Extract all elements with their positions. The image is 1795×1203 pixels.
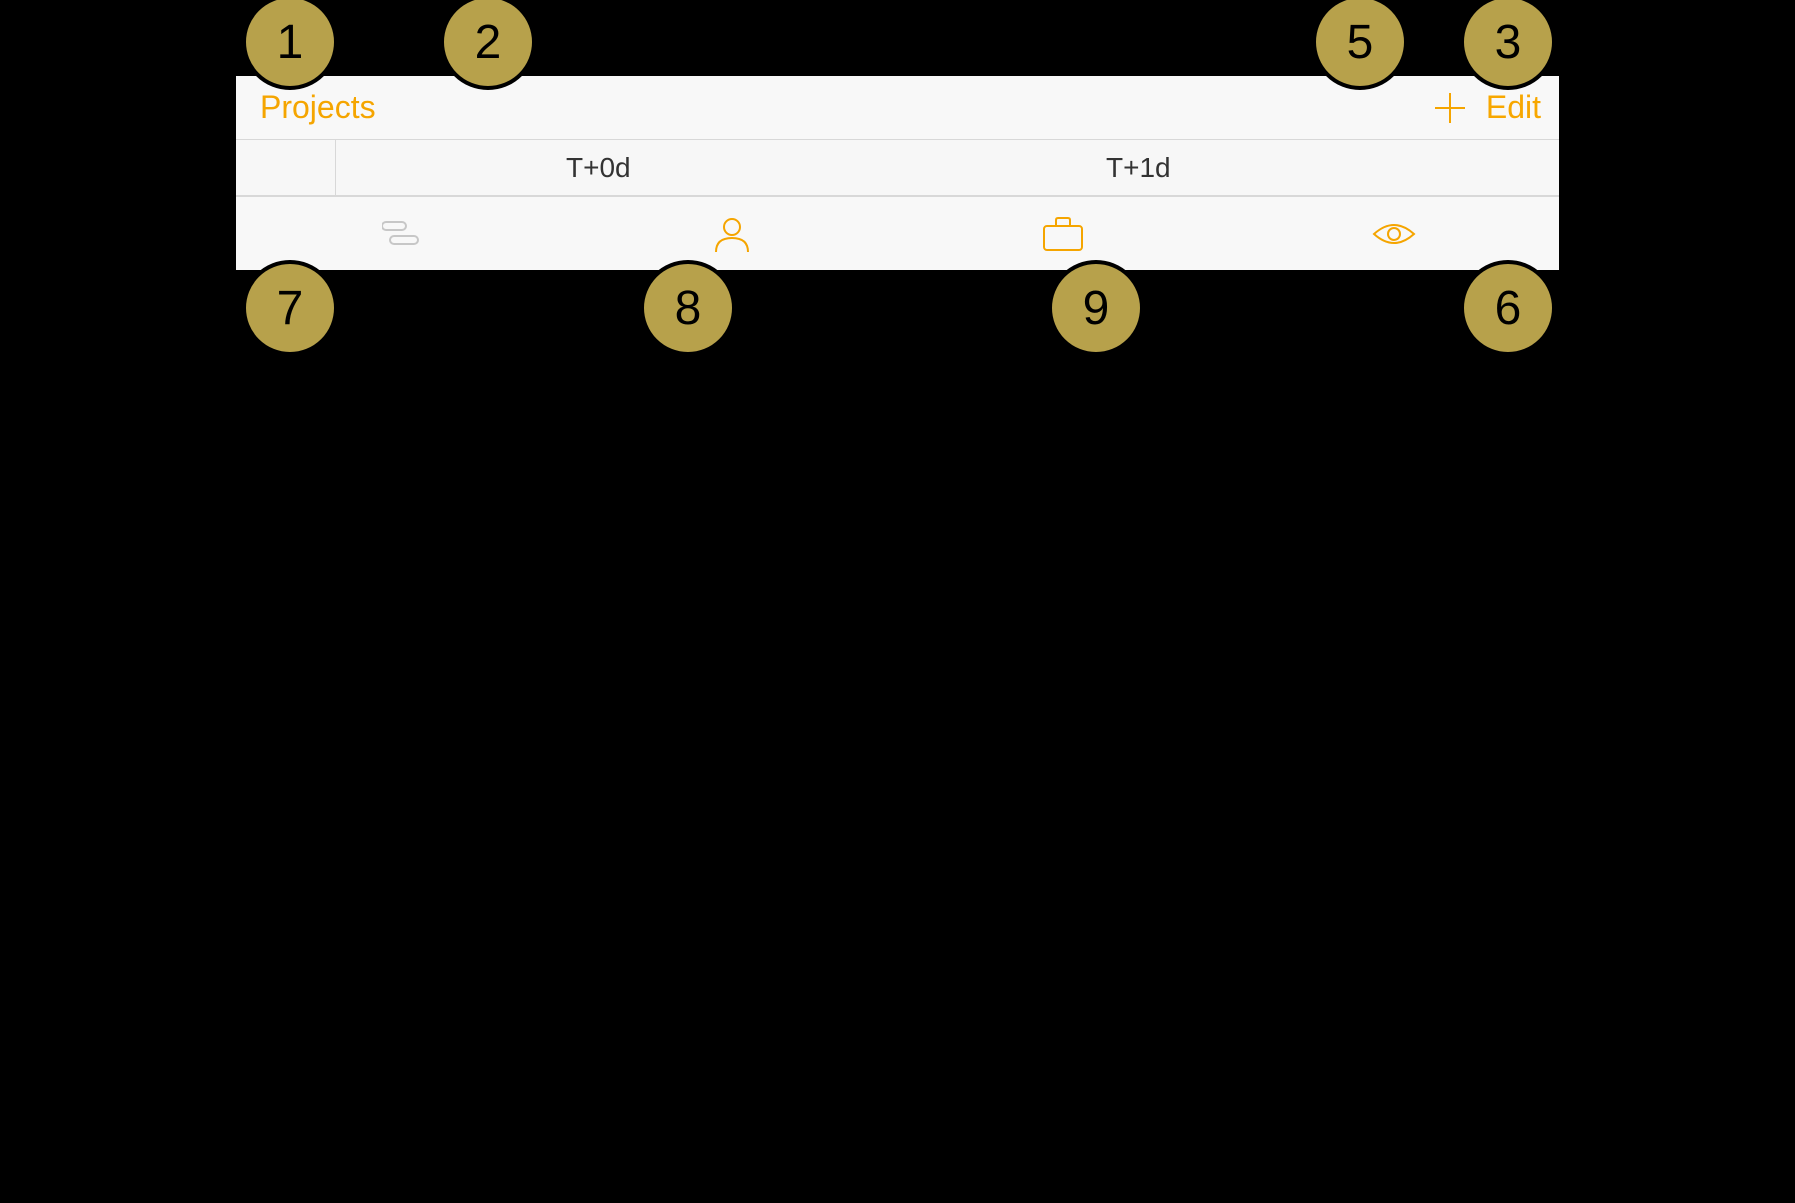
toolbar-item-projects[interactable]	[1041, 212, 1085, 256]
timeline-columns[interactable]: T+0d T+1d	[336, 140, 1559, 195]
toolbar-item-contacts[interactable]	[710, 212, 754, 256]
toolbar-item-gantt[interactable]	[379, 212, 423, 256]
eye-icon	[1372, 220, 1416, 248]
time-column-1: T+1d	[1106, 152, 1171, 184]
tutorial-overlay-stage: Projects Edit T+0d T+1d	[236, 0, 1559, 350]
edit-button[interactable]: Edit	[1486, 89, 1541, 126]
gantt-icon	[382, 220, 420, 248]
callout-7: 7	[242, 260, 338, 356]
letterbox-bottom	[236, 270, 1559, 350]
bottom-toolbar	[236, 196, 1559, 270]
callout-6: 6	[1460, 260, 1556, 356]
plus-icon	[1433, 91, 1467, 125]
back-button[interactable]: Projects	[260, 89, 376, 126]
callout-9: 9	[1048, 260, 1144, 356]
toolbar-item-view[interactable]	[1372, 212, 1416, 256]
briefcase-icon	[1042, 216, 1084, 252]
person-icon	[712, 214, 752, 254]
time-column-0: T+0d	[566, 152, 631, 184]
callout-8: 8	[640, 260, 736, 356]
add-button[interactable]	[1432, 90, 1468, 126]
app-screen: Projects Edit T+0d T+1d	[236, 76, 1559, 270]
row-gutter-header	[236, 140, 336, 195]
nav-back-chevron-area[interactable]	[394, 88, 454, 128]
timeline-header: T+0d T+1d	[236, 140, 1559, 196]
